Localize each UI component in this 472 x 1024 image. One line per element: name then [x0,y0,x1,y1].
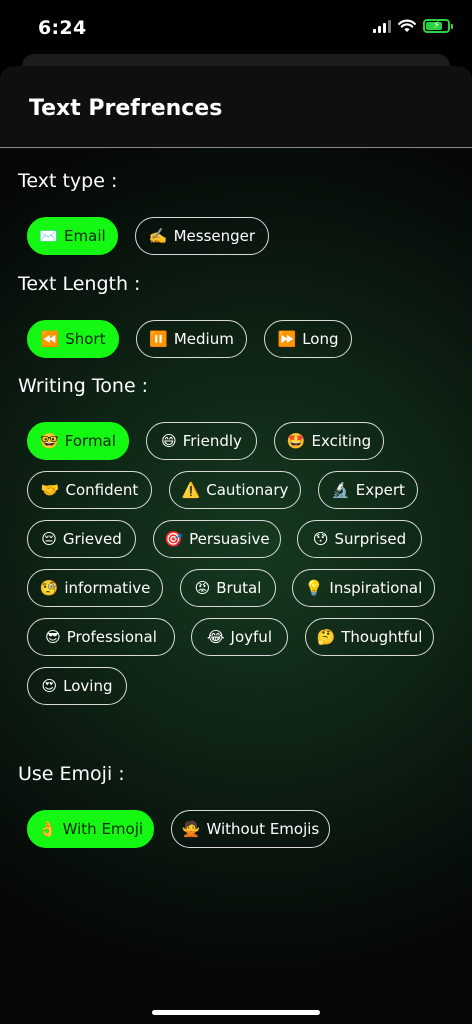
chip-label: Email [64,227,106,245]
grieved-emoji-icon: 😔 [41,530,57,548]
sheet-header: Text Prefrences [0,66,472,148]
chip-label: Professional [66,628,157,646]
medium-emoji-icon: ⏸️ [149,330,168,348]
chip-joyful[interactable]: 😂 Joyful [191,618,288,656]
writing-tone-label: Writing Tone : [18,375,149,397]
persuasive-emoji-icon: 🎯 [164,530,184,548]
messenger-emoji-icon: ✍️ [148,227,168,245]
chip-label: Expert [355,481,405,499]
chip-thoughtful[interactable]: 🤔 Thoughtful [305,618,434,656]
with-emoji-emoji-icon: 👌 [37,820,57,838]
informative-emoji-icon: 🧐 [39,579,59,597]
formal-emoji-icon: 🤓 [40,432,59,450]
chip-label: Without Emojis [206,820,320,838]
chip-label: Thoughtful [341,628,423,646]
chip-cautionary[interactable]: ⚠️ Cautionary [169,471,301,509]
chip-confident[interactable]: 🤝 Confident [27,471,152,509]
chip-label: Formal [64,432,116,450]
status-time: 6:24 [38,17,87,39]
chip-without-emojis[interactable]: 🙅 Without Emojis [171,810,330,848]
loving-emoji-icon: 😍 [41,677,58,695]
chip-label: Friendly [182,432,242,450]
battery-charging-icon: ⚡ [423,19,453,33]
chip-label: Cautionary [206,481,289,499]
friendly-emoji-icon: 😄 [161,432,177,450]
chip-email[interactable]: ✉️ Email [27,217,118,255]
use-emoji-label: Use Emoji : [18,763,125,785]
inspirational-emoji-icon: 💡 [304,579,324,597]
status-icons: ⚡ [373,19,453,33]
status-bar: 6:24 ⚡ [0,0,472,56]
chip-label: Long [302,330,339,348]
chip-surprised[interactable]: 😯 Surprised [297,520,422,558]
chip-exciting[interactable]: 🤩 Exciting [274,422,384,460]
chip-informative[interactable]: 🧐 informative [27,569,163,607]
text-type-label: Text type : [18,170,118,192]
chip-with-emoji[interactable]: 👌 With Emoji [27,810,154,848]
chip-grieved[interactable]: 😔 Grieved [27,520,136,558]
joyful-emoji-icon: 😂 [207,628,225,646]
chip-professional[interactable]: 😎 Professional [27,618,175,656]
chip-short[interactable]: ⏪ Short [27,320,119,358]
chip-label: Grieved [62,530,122,548]
chip-loving[interactable]: 😍 Loving [27,667,127,705]
confident-emoji-icon: 🤝 [40,481,60,499]
chip-label: Joyful [230,628,272,646]
chip-label: Short [65,330,106,348]
chip-label: Exciting [311,432,372,450]
chip-label: Surprised [334,530,407,548]
chip-label: With Emoji [62,820,144,838]
chip-friendly[interactable]: 😄 Friendly [146,422,257,460]
chip-persuasive[interactable]: 🎯 Persuasive [153,520,281,558]
chip-label: Confident [65,481,139,499]
chip-formal[interactable]: 🤓 Formal [27,422,129,460]
wifi-icon [398,19,416,32]
chip-label: informative [64,579,151,597]
chip-label: Messenger [173,227,256,245]
chip-medium[interactable]: ⏸️ Medium [136,320,247,358]
chip-messenger[interactable]: ✍️ Messenger [135,217,269,255]
long-emoji-icon: ⏩ [277,330,297,348]
exciting-emoji-icon: 🤩 [286,432,306,450]
without-emojis-emoji-icon: 🙅 [181,820,201,838]
short-emoji-icon: ⏪ [40,330,60,348]
chip-inspirational[interactable]: 💡 Inspirational [292,569,435,607]
brutal-emoji-icon: 😡 [194,579,211,597]
chip-brutal[interactable]: 😡 Brutal [180,569,276,607]
thoughtful-emoji-icon: 🤔 [316,628,336,646]
chip-label: Persuasive [189,530,270,548]
preferences-sheet: Text Prefrences Text type : ✉️ Email ✍️ Me… [0,66,472,1024]
chip-label: Medium [173,330,234,348]
chip-expert[interactable]: 🔬 Expert [318,471,418,509]
page-title: Text Prefrences [29,96,223,121]
surprised-emoji-icon: 😯 [312,530,329,548]
chip-label: Loving [63,677,113,695]
email-emoji-icon: ✉️ [39,227,59,245]
text-length-label: Text Length : [18,273,141,295]
chip-label: Brutal [216,579,262,597]
home-indicator [152,1010,320,1015]
professional-emoji-icon: 😎 [45,628,61,646]
cautionary-emoji-icon: ⚠️ [181,481,201,499]
chip-label: Inspirational [329,579,423,597]
chip-long[interactable]: ⏩ Long [264,320,352,358]
expert-emoji-icon: 🔬 [331,481,350,499]
cellular-signal-icon [373,19,391,33]
